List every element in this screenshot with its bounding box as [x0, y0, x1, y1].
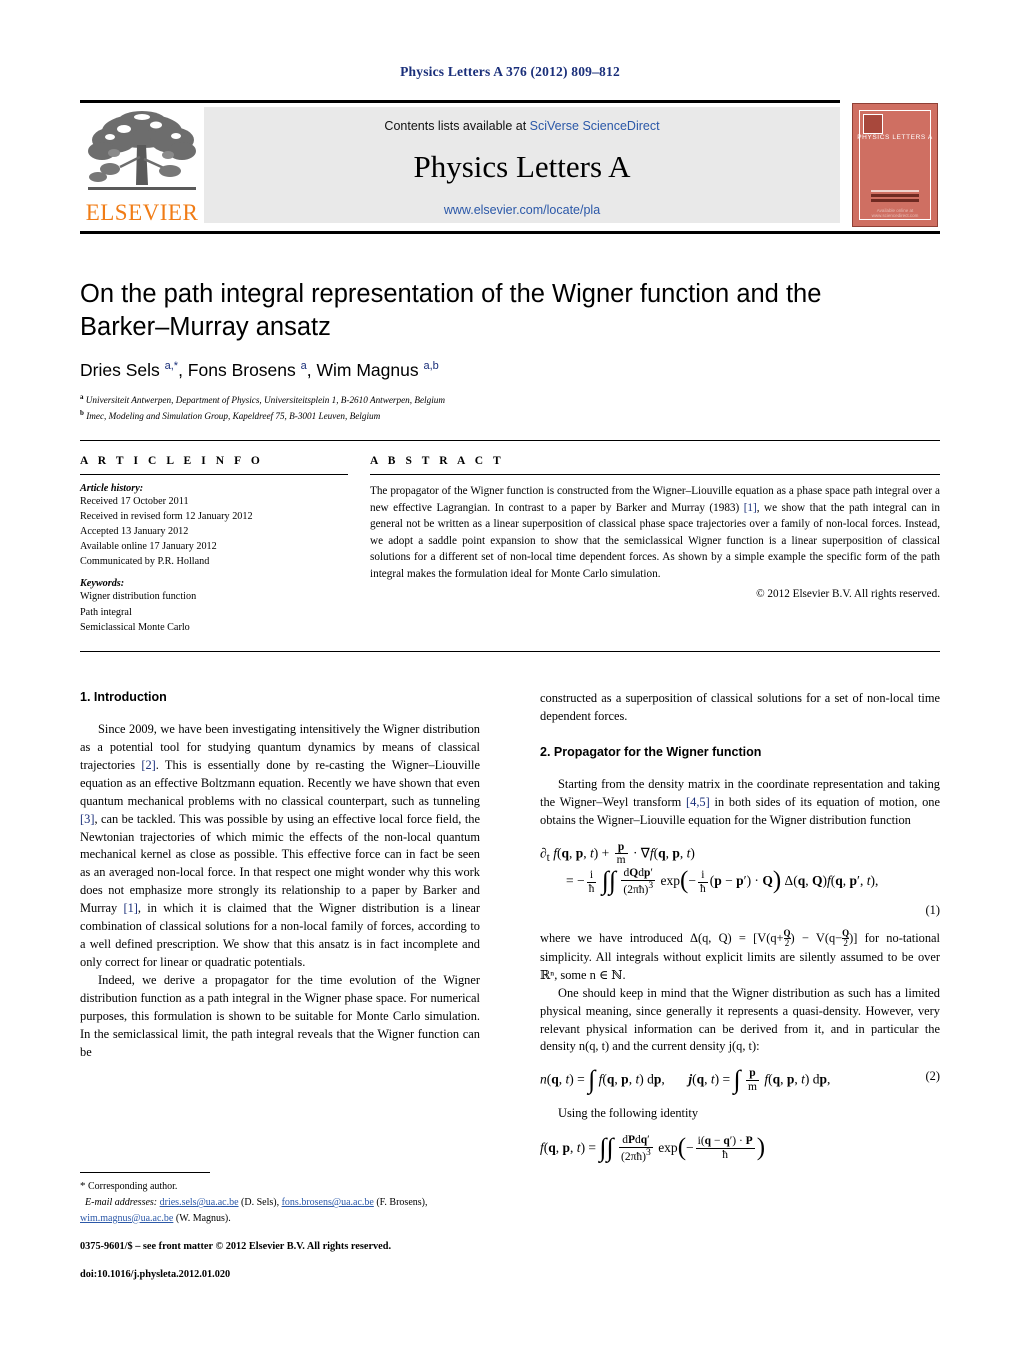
affiliation-list: a Universiteit Antwerpen, Department of …	[80, 392, 870, 424]
email-owner-2: (F. Brosens)	[376, 1197, 425, 1209]
where-mid: ) − V(q−	[790, 930, 843, 945]
article-info-column: A R T I C L E I N F O Article history: R…	[80, 455, 348, 635]
abstract-heading: A B S T R A C T	[370, 455, 505, 467]
info-abstract-block: A R T I C L E I N F O Article history: R…	[80, 440, 940, 652]
left-column: 1. Introduction Since 2009, we have been…	[80, 690, 480, 1175]
email-link-1[interactable]: dries.sels@ua.ac.be	[160, 1197, 239, 1208]
masthead-bottom-rule	[80, 231, 940, 234]
elsevier-tree-icon	[88, 111, 196, 190]
sciencedirect-link[interactable]: SciVerse ScienceDirect	[530, 119, 660, 133]
section-heading-introduction: 1. Introduction	[80, 690, 167, 704]
equation-1-line-1: ∂t f(q, p, t) + pm · ∇f(q, p, t)	[540, 840, 695, 867]
corresponding-author-text: Corresponding author.	[88, 1181, 178, 1192]
cover-title: PHYSICS LETTERS A	[857, 134, 933, 141]
journal-masthead: ELSEVIER Contents lists available at Sci…	[80, 100, 940, 234]
footnote-block: * Corresponding author. E-mail addresses…	[80, 1172, 480, 1283]
info-bottom-rule	[80, 650, 940, 652]
elsevier-logo: ELSEVIER	[80, 107, 204, 227]
journal-banner: Contents lists available at SciVerse Sci…	[204, 107, 840, 223]
keyword-item: Wigner distribution function	[80, 591, 197, 603]
abstract-rule	[370, 474, 940, 475]
section-heading-propagator: 2. Propagator for the Wigner function	[540, 744, 762, 759]
affiliation-item: b Imec, Modeling and Simulation Group, K…	[80, 409, 381, 422]
info-top-rule	[80, 440, 940, 441]
abstract-copyright: © 2012 Elsevier B.V. All rights reserved…	[756, 588, 940, 601]
article-info-heading: A R T I C L E I N F O	[80, 455, 264, 467]
abstract-column: A B S T R A C T The propagator of the Wi…	[370, 455, 940, 635]
keyword-item: Path integral	[80, 606, 132, 618]
article-info-rule	[80, 474, 348, 475]
email-link-3[interactable]: wim.magnus@ua.ac.be	[80, 1213, 173, 1224]
keyword-list: Wigner distribution function Path integr…	[80, 589, 348, 634]
equation-3: f(q, p, t) = ∫∫ dPdq′ (2πħ)3 exp(− i(q − q…	[540, 1134, 940, 1164]
equation-1-line-2: = − i ħ ∫∫ dQdp′ (2πħ)3 exp(− i ħ (p − p′) · Q…	[566, 866, 879, 897]
cover-badge-icon	[863, 114, 883, 134]
email-link-2[interactable]: fons.brosens@ua.ac.be	[282, 1197, 374, 1208]
cover-text-lines	[871, 190, 919, 204]
citation-2[interactable]: [2]	[141, 758, 155, 772]
history-item: Accepted 13 January 2012	[80, 526, 189, 538]
keyword-item: Semiclassical Monte Carlo	[80, 621, 190, 633]
asterisk-icon: *	[80, 1180, 86, 1192]
contents-available-line: Contents lists available at SciVerse Sci…	[204, 107, 840, 133]
abstract-text: The propagator of the Wigner function is…	[370, 483, 940, 582]
history-item: Received in revised form 12 January 2012	[80, 511, 253, 523]
title-block: On the path integral representation of t…	[80, 278, 870, 424]
abstract-reference-1[interactable]: [1]	[744, 502, 757, 514]
where-intro: where we have introduced Δ(q, Q) = [V(q+	[540, 930, 784, 945]
equation-2-number: (2)	[925, 1069, 940, 1084]
equation-1: ∂t f(q, p, t) + pm · ∇f(q, p, t) = − i ħ ∫…	[540, 841, 940, 918]
contents-prefix: Contents lists available at	[384, 119, 530, 133]
history-item: Available online 17 January 2012	[80, 541, 217, 553]
doi-link[interactable]: doi:10.1016/j.physleta.2012.01.020	[80, 1267, 480, 1282]
running-head: Physics Letters A 376 (2012) 809–812	[400, 64, 620, 79]
equation-3-line: f(q, p, t) = ∫∫ dPdq′ (2πħ)3 exp(− i(q − q…	[540, 1132, 766, 1163]
author-list: Dries Sels a,*, Fons Brosens a, Wim Magn…	[80, 360, 439, 381]
journal-url-link[interactable]: www.elsevier.com/locate/pla	[204, 203, 840, 217]
journal-cover-thumbnail: PHYSICS LETTERS A Available online at ww…	[852, 103, 938, 227]
article-history-lines: Received 17 October 2011 Received in rev…	[80, 494, 348, 569]
email-owner-3: (W. Magnus)	[175, 1212, 229, 1224]
equation-1-number: (1)	[925, 902, 940, 917]
section2-where-line: where we have introduced Δ(q, Q) = [V(q+…	[540, 927, 940, 982]
section2-paragraph-3: One should keep in mind that the Wigner …	[540, 985, 940, 1054]
page-title: On the path integral representation of t…	[80, 280, 822, 341]
section2-paragraph-1: Starting from the density matrix in the …	[540, 776, 940, 830]
history-item: Received 17 October 2011	[80, 496, 189, 507]
citation-3[interactable]: [3]	[80, 812, 94, 826]
intro-paragraph-1: Since 2009, we have been investigating i…	[80, 721, 480, 972]
section2-paragraph-4: Using the following identity	[558, 1106, 699, 1121]
equation-2-line: n(q, t) = ∫ f(q, p, t) dp, j(q, t) = ∫ p…	[540, 1064, 940, 1094]
citation-1[interactable]: [1]	[123, 901, 137, 915]
email-label: E-mail addresses:	[85, 1197, 158, 1209]
where-end: )] for no-	[849, 930, 903, 945]
issn-copyright-line: 0375-9601/$ – see front matter © 2012 El…	[80, 1241, 392, 1253]
intro-p1-d: , in which it is claimed that the Wigner…	[80, 901, 480, 969]
journal-title: Physics Letters A	[413, 149, 631, 184]
equation-2: n(q, t) = ∫ f(q, p, t) dp, j(q, t) = ∫ p…	[540, 1064, 940, 1094]
keywords-label: Keywords:	[80, 578, 125, 590]
elsevier-wordmark: ELSEVIER	[85, 200, 199, 225]
intro-paragraph-2: Indeed, we derive a propagator for the t…	[80, 972, 480, 1059]
citation-4-5[interactable]: [4,5]	[686, 795, 710, 809]
corresponding-author-line: * Corresponding author.	[80, 1178, 480, 1195]
cover-footer-text: Available online at www.sciencedirect.co…	[871, 208, 919, 218]
body-columns: 1. Introduction Since 2009, we have been…	[80, 690, 940, 1175]
right-column: constructed as a superposition of classi…	[540, 690, 940, 1175]
affiliation-item: a Universiteit Antwerpen, Department of …	[80, 393, 445, 406]
paper-page: Physics Letters A 376 (2012) 809–812 ELS…	[0, 0, 1020, 1351]
intro-paragraph-2-continued: constructed as a superposition of classi…	[540, 691, 940, 723]
email-owner-1: (D. Sels)	[241, 1197, 277, 1209]
footnote-rule	[80, 1172, 210, 1173]
intro-p1-c: , can be tackled. This was possible by u…	[80, 811, 480, 916]
article-history-label: Article history:	[80, 483, 144, 494]
history-item: Communicated by P.R. Holland	[80, 556, 210, 568]
email-addresses-line: E-mail addresses: dries.sels@ua.ac.be (D…	[80, 1197, 428, 1224]
